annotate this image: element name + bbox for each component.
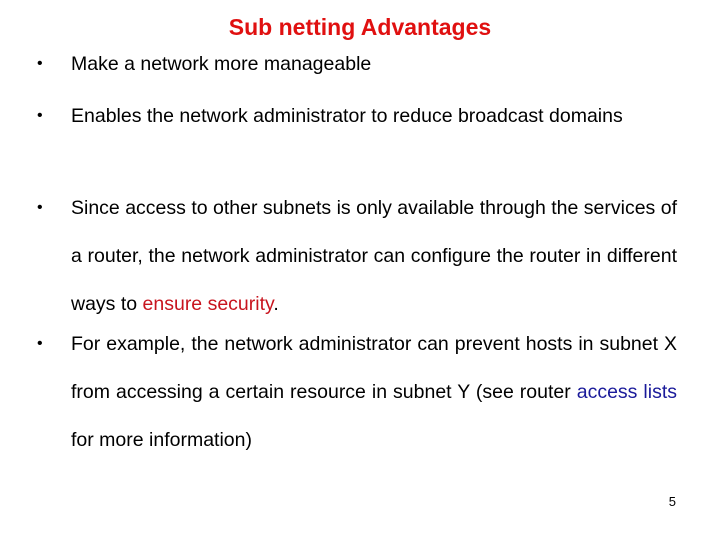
bullet-item: • Since access to other subnets is only … [37, 184, 677, 328]
bullet-icon: • [37, 55, 43, 72]
bullet-icon: • [37, 335, 43, 352]
bullet-item: • Make a network more manageable [37, 40, 677, 88]
slide-title: Sub netting Advantages [228, 14, 492, 40]
bullet-text: Make a network more manageable [71, 53, 372, 75]
bullet-text-part: . [273, 293, 279, 315]
access-lists-link[interactable]: access lists [577, 381, 677, 403]
bullet-text: Since access to other subnets is only av… [71, 184, 677, 328]
ensure-security-highlight: ensure security [142, 293, 274, 315]
bullet-text-part: for more information) [71, 429, 252, 451]
page-number: 5 [668, 494, 676, 509]
bullet-text: For example, the network administrator c… [71, 320, 677, 464]
bullet-icon: • [37, 199, 43, 216]
bullet-item: • For example, the network administrator… [37, 320, 677, 464]
bullet-item: • Enables the network administrator to r… [37, 92, 677, 140]
bullet-text: Enables the network administrator to red… [71, 105, 623, 127]
bullet-icon: • [37, 107, 43, 124]
